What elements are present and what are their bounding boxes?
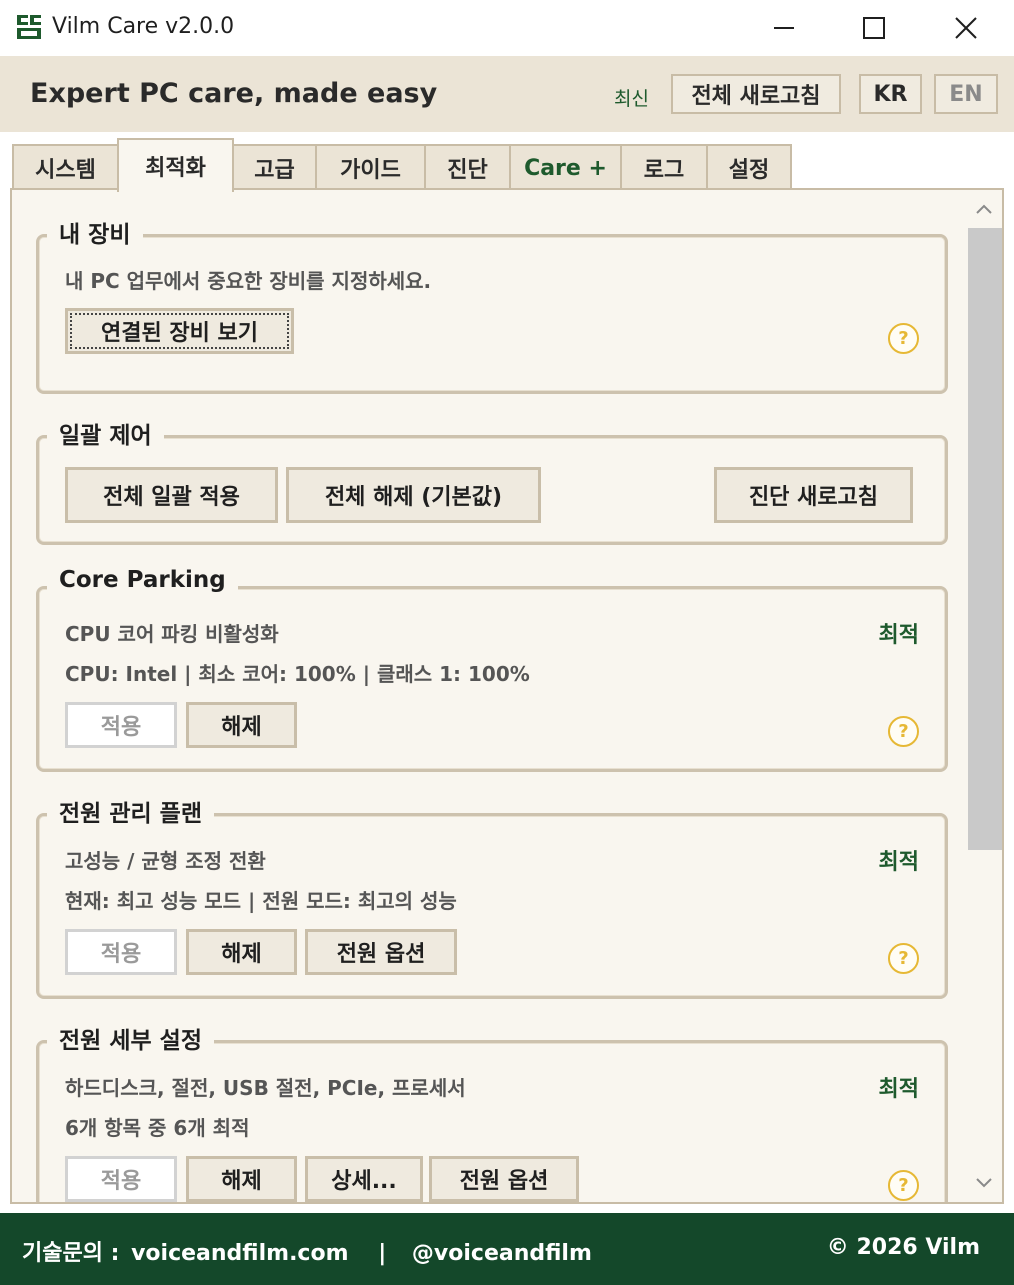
footer: 기술문의 : voiceandfilm.com | @voiceandfilm … bbox=[0, 1213, 1014, 1285]
tab-advanced[interactable]: 고급 bbox=[232, 144, 317, 190]
release-button[interactable]: 해제 bbox=[186, 1156, 297, 1202]
optimize-panel: 내 장비 내 PC 업무에서 중요한 장비를 지정하세요. 연결된 장비 보기 … bbox=[10, 188, 1004, 1204]
release-button[interactable]: 해제 bbox=[186, 929, 297, 975]
minimize-button[interactable] bbox=[739, 0, 829, 56]
chevron-up-icon[interactable] bbox=[974, 202, 994, 216]
group-title: 내 장비 bbox=[47, 215, 143, 249]
group-batch-control: 일괄 제어 전체 일괄 적용 전체 해제 (기본값) 진단 새로고침 bbox=[36, 416, 948, 545]
refresh-all-button[interactable]: 전체 새로고침 bbox=[671, 74, 841, 114]
apply-button[interactable]: 적용 bbox=[65, 929, 177, 975]
status-badge: 최적 bbox=[878, 1077, 919, 1102]
power-options-button[interactable]: 전원 옵션 bbox=[305, 929, 457, 975]
tab-optimize[interactable]: 최적화 bbox=[117, 138, 234, 192]
group-core-parking: Core Parking CPU 코어 파킹 비활성화 CPU: Intel |… bbox=[36, 567, 948, 772]
help-circle-icon[interactable]: ? bbox=[888, 716, 919, 747]
tab-system[interactable]: 시스템 bbox=[12, 144, 119, 190]
power-options-button[interactable]: 전원 옵션 bbox=[429, 1156, 579, 1202]
power-detail-summary: 6개 항목 중 6개 최적 bbox=[65, 1116, 250, 1140]
tab-diagnose[interactable]: 진단 bbox=[424, 144, 511, 190]
maximize-button[interactable] bbox=[829, 0, 919, 56]
power-plan-detail: 현재: 최고 성능 모드 | 전원 모드: 최고의 성능 bbox=[65, 889, 457, 913]
status-badge: 최적 bbox=[878, 850, 919, 875]
social-handle-link[interactable]: @voiceandfilm bbox=[412, 1241, 592, 1266]
apply-button[interactable]: 적용 bbox=[65, 702, 177, 748]
lang-en-button[interactable]: EN bbox=[934, 74, 998, 114]
help-circle-icon[interactable]: ? bbox=[888, 1170, 919, 1201]
reset-all-button[interactable]: 전체 해제 (기본값) bbox=[286, 467, 541, 523]
power-detail-description: 하드디스크, 절전, USB 절전, PCIe, 프로세서 bbox=[65, 1076, 466, 1100]
tab-guide[interactable]: 가이드 bbox=[315, 144, 426, 190]
core-parking-description: CPU 코어 파킹 비활성화 bbox=[65, 622, 279, 646]
website-link[interactable]: voiceandfilm.com bbox=[131, 1241, 348, 1266]
update-status: 최신 bbox=[614, 88, 649, 110]
window-title: Vilm Care v2.0.0 bbox=[52, 14, 235, 39]
details-button[interactable]: 상세... bbox=[305, 1156, 423, 1202]
minimize-icon bbox=[774, 27, 794, 29]
footer-contact: 기술문의 : voiceandfilm.com | @voiceandfilm bbox=[22, 1235, 596, 1267]
group-title: 일괄 제어 bbox=[47, 416, 164, 450]
title-bar: Vilm Care v2.0.0 bbox=[0, 0, 1014, 56]
copyright: © 2026 Vilm bbox=[826, 1235, 980, 1260]
chevron-down-icon[interactable] bbox=[974, 1176, 994, 1190]
tab-bar: 시스템 최적화 고급 가이드 진단 Care + 로그 설정 bbox=[0, 132, 1014, 192]
close-button[interactable] bbox=[921, 0, 1011, 56]
lang-kr-button[interactable]: KR bbox=[859, 74, 922, 114]
maximize-icon bbox=[863, 17, 885, 39]
tab-settings[interactable]: 설정 bbox=[706, 144, 792, 190]
contact-label: 기술문의 : bbox=[22, 1241, 120, 1266]
power-plan-description: 고성능 / 균형 조정 전환 bbox=[65, 849, 266, 873]
app-header: Expert PC care, made easy 최신 전체 새로고침 KR … bbox=[0, 56, 1014, 132]
apply-all-button[interactable]: 전체 일괄 적용 bbox=[65, 467, 278, 523]
tab-log[interactable]: 로그 bbox=[620, 144, 708, 190]
apply-button[interactable]: 적용 bbox=[65, 1156, 177, 1202]
group-title: 전원 관리 플랜 bbox=[47, 794, 214, 828]
group-title: Core Parking bbox=[47, 567, 238, 593]
group-power-detail: 전원 세부 설정 하드디스크, 절전, USB 절전, PCIe, 프로세서 6… bbox=[36, 1021, 948, 1202]
devices-description: 내 PC 업무에서 중요한 장비를 지정하세요. bbox=[65, 269, 432, 293]
vertical-scrollbar[interactable] bbox=[966, 190, 1002, 1202]
tagline: Expert PC care, made easy bbox=[30, 78, 438, 109]
group-power-plan: 전원 관리 플랜 고성능 / 균형 조정 전환 현재: 최고 성능 모드 | 전… bbox=[36, 794, 948, 999]
footer-separator: | bbox=[378, 1241, 387, 1266]
tab-care-plus[interactable]: Care + bbox=[509, 144, 622, 190]
help-circle-icon[interactable]: ? bbox=[888, 323, 919, 354]
view-connected-devices-button[interactable]: 연결된 장비 보기 bbox=[65, 308, 294, 354]
release-button[interactable]: 해제 bbox=[186, 702, 297, 748]
close-icon bbox=[955, 17, 977, 39]
diagnose-refresh-button[interactable]: 진단 새로고침 bbox=[714, 467, 913, 523]
help-circle-icon[interactable]: ? bbox=[888, 943, 919, 974]
group-my-devices: 내 장비 내 PC 업무에서 중요한 장비를 지정하세요. 연결된 장비 보기 … bbox=[36, 215, 948, 394]
scrollbar-thumb[interactable] bbox=[968, 228, 1002, 850]
core-parking-detail: CPU: Intel | 최소 코어: 100% | 클래스 1: 100% bbox=[65, 662, 530, 686]
status-badge: 최적 bbox=[878, 623, 919, 648]
app-logo-icon bbox=[15, 13, 43, 41]
group-title: 전원 세부 설정 bbox=[47, 1021, 214, 1055]
